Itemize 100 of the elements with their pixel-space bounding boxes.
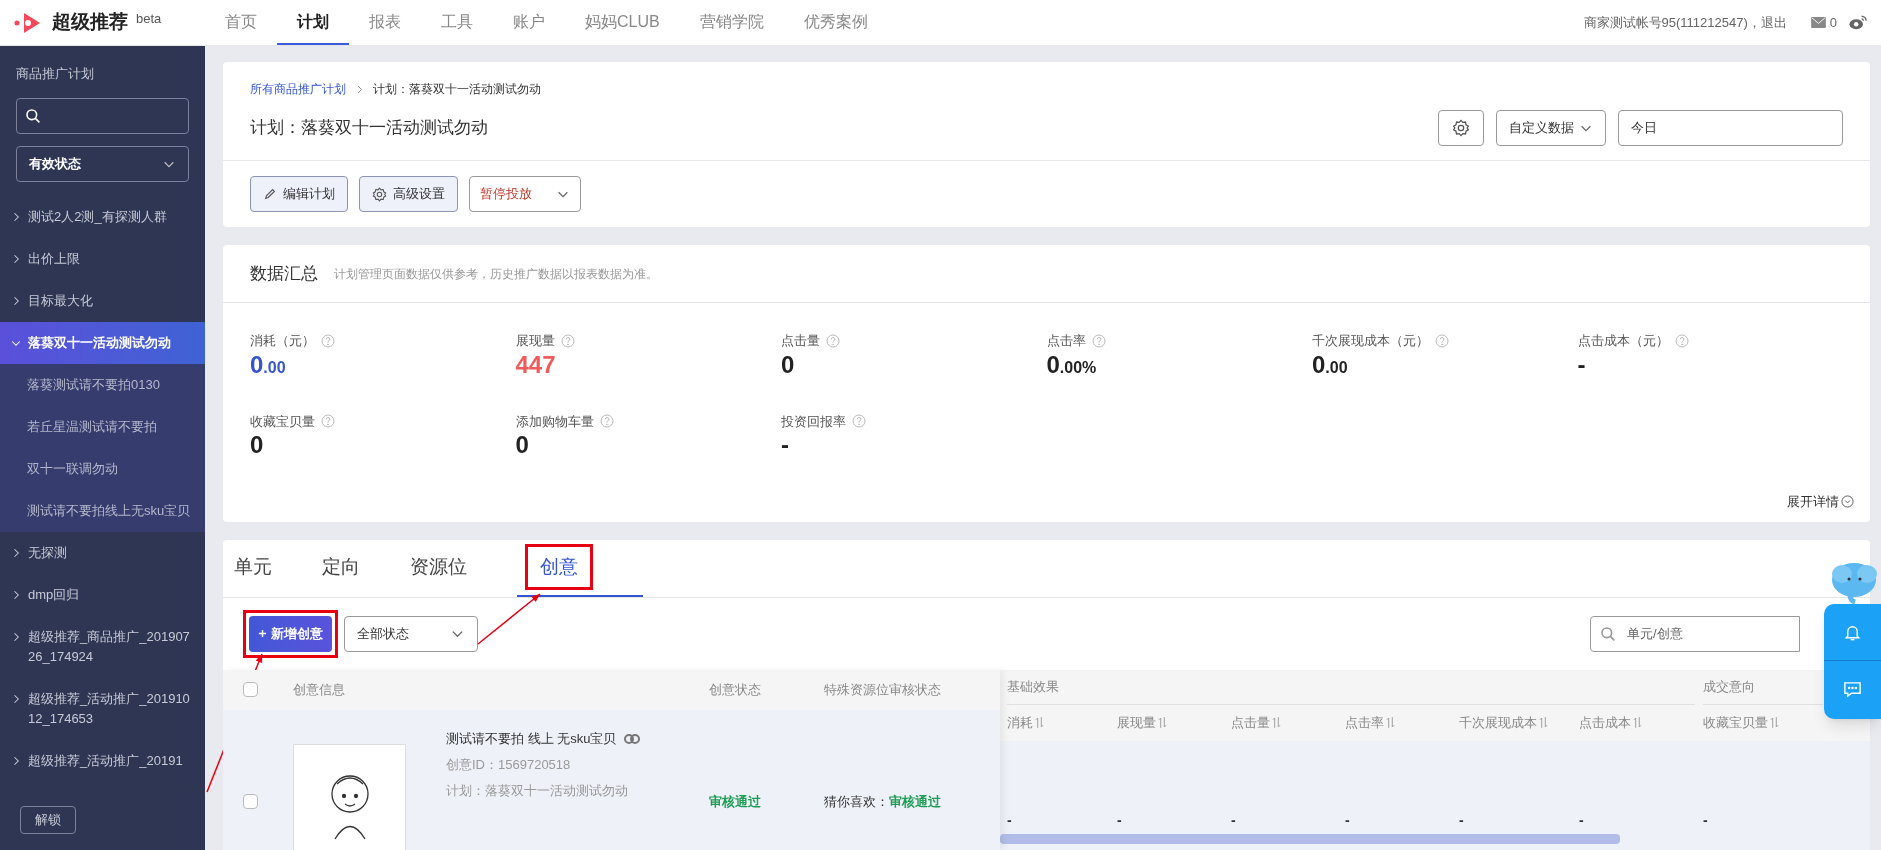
nav-tab[interactable]: 妈妈CLUB (565, 0, 680, 45)
link-icon[interactable] (624, 733, 641, 744)
data-dropdown[interactable]: 自定义数据 (1496, 110, 1606, 146)
sort-icon[interactable] (1158, 716, 1167, 729)
tab[interactable]: 资源位 (410, 539, 517, 597)
mail-icon[interactable] (1810, 17, 1826, 28)
nav-tab[interactable]: 营销学院 (679, 0, 784, 45)
plan-item[interactable]: dmp回归 (0, 573, 205, 616)
help-icon[interactable] (321, 333, 335, 348)
creative-title: 测试请不要拍 线上 无sku宝贝 (446, 730, 617, 747)
metric-label: 点击成本（元） (1577, 332, 1669, 350)
nav-tab[interactable]: 优秀案例 (783, 0, 888, 45)
column-header: 展现量 (1117, 713, 1156, 732)
metric-label: 添加购物车量 (515, 412, 594, 431)
sort-icon[interactable] (1633, 716, 1642, 729)
nav-tab[interactable]: 账户 (493, 0, 565, 45)
tab[interactable]: 定向 (322, 539, 410, 597)
tab[interactable]: 单元 (234, 539, 322, 597)
creative-status: 审核通过 (709, 793, 762, 811)
metric-value: - (1577, 350, 1587, 380)
chat-icon[interactable] (1843, 680, 1862, 699)
brand-name: 超级推荐 (52, 10, 128, 35)
table-row[interactable]: - - - - - - - (1000, 740, 1870, 850)
column-group-header: 基础效果 (1007, 677, 1059, 696)
help-icon[interactable] (826, 333, 840, 348)
help-icon[interactable] (599, 414, 614, 429)
status-dropdown[interactable]: 有效状态 (16, 145, 189, 182)
edit-plan-button[interactable]: 编辑计划 (250, 176, 348, 212)
unit-item[interactable]: 测试请不要拍线上无sku宝贝 (0, 489, 205, 532)
help-icon[interactable] (1435, 333, 1449, 348)
plan-item[interactable]: 测试2人2测_有探测人群 (0, 195, 205, 238)
unlock-button[interactable]: 解锁 (20, 806, 76, 834)
status-filter-dropdown[interactable]: 全部状态 (344, 615, 478, 652)
special-review-label: 猜你喜欢： (824, 793, 889, 811)
breadcrumb-item[interactable]: 所有商品推广计划 (250, 80, 346, 98)
help-icon[interactable] (321, 414, 335, 429)
special-review-status: 审核通过 (889, 793, 941, 811)
metric-value: 447 (515, 350, 557, 380)
nav-tab[interactable]: 首页 (205, 0, 277, 45)
plan-title: 计划：落葵双十一活动测试勿动 (250, 117, 488, 140)
metric-value: 0.00 (1312, 350, 1349, 380)
search-icon (25, 107, 41, 124)
elephant-mascot-drawing[interactable] (1829, 560, 1879, 604)
sort-icon[interactable] (1035, 716, 1044, 729)
sidebar-title: 商品推广计划 (15, 65, 95, 83)
plan-item[interactable]: 落葵双十一活动测试勿动 (0, 321, 205, 364)
expand-details-link[interactable]: 展开详情 (1787, 492, 1854, 512)
nav-tab[interactable]: 计划 (277, 0, 349, 45)
column-header: 点击率 (1345, 713, 1384, 732)
help-icon[interactable] (852, 414, 866, 429)
mail-count: 0 (1829, 13, 1837, 32)
add-creative-button[interactable]: 新增创意 (249, 615, 332, 652)
plan-item[interactable]: 目标最大化 (0, 279, 205, 322)
date-field[interactable]: 今日 (1618, 110, 1843, 146)
metric-cell: - (1231, 811, 1236, 828)
creative-search-field[interactable]: 单元/创意 (1590, 615, 1800, 652)
column-header: 消耗 (1007, 713, 1033, 732)
column-group-header: 成交意向 (1703, 677, 1755, 696)
plan-item[interactable]: 无探测 (0, 531, 205, 574)
checkbox[interactable] (243, 794, 258, 809)
breadcrumb-item: 计划：落葵双十一活动测试勿动 (373, 81, 541, 98)
settings-button[interactable] (1438, 110, 1484, 146)
help-icon[interactable] (1091, 333, 1106, 348)
beta-tag: beta (136, 8, 162, 29)
sidebar-search-field[interactable] (16, 97, 189, 134)
metric-label: 投资回报率 (781, 412, 846, 431)
plan-item[interactable]: 超级推荐_商品推广_20190726_174924 (0, 615, 205, 678)
plan-item[interactable]: 超级推荐_活动推广_20191012_174653 (0, 677, 205, 740)
unit-item[interactable]: 落葵测试请不要拍0130 (0, 363, 205, 406)
sort-icon[interactable] (1386, 716, 1395, 729)
plan-item[interactable]: 超级推荐_活动推广_20191 (0, 739, 205, 782)
column-header: 收藏宝贝量 (1703, 713, 1768, 732)
unit-item[interactable]: 双十一联调勿动 (0, 447, 205, 490)
metric-value: 0.00% (1046, 350, 1098, 380)
metric-value: - (781, 431, 790, 460)
weibo-icon[interactable] (1849, 15, 1867, 30)
metric-cell: - (1007, 811, 1012, 828)
column-header: 千次展现成本 (1459, 713, 1537, 732)
account-link[interactable]: 商家测试帐号95(111212547)，退出 (1583, 12, 1787, 33)
sort-icon[interactable] (1539, 716, 1548, 729)
search-icon (1600, 625, 1616, 642)
metric-value: 0.00 (250, 350, 287, 380)
horizontal-scrollbar[interactable] (1000, 833, 1620, 844)
metric-cell: - (1579, 811, 1584, 828)
help-icon[interactable] (1674, 333, 1689, 348)
sort-icon[interactable] (1770, 716, 1779, 729)
advanced-settings-button[interactable]: 高级设置 (359, 176, 458, 212)
plan-item[interactable]: 出价上限 (0, 237, 205, 280)
column-header: 创意状态 (709, 681, 762, 699)
nav-tab[interactable]: 报表 (349, 0, 421, 45)
metric-label: 千次展现成本（元） (1312, 332, 1429, 350)
checkbox[interactable] (243, 682, 258, 698)
column-header: 点击量 (1231, 713, 1270, 732)
unit-item[interactable]: 若丘星温测试请不要拍 (0, 405, 205, 448)
help-icon[interactable] (560, 333, 575, 348)
status-dropdown[interactable]: 暂停投放 (469, 176, 581, 212)
metric-cell: - (1459, 811, 1464, 828)
nav-tab[interactable]: 工具 (421, 0, 493, 45)
sort-icon[interactable] (1272, 716, 1281, 729)
metric-value: 0 (781, 350, 796, 380)
